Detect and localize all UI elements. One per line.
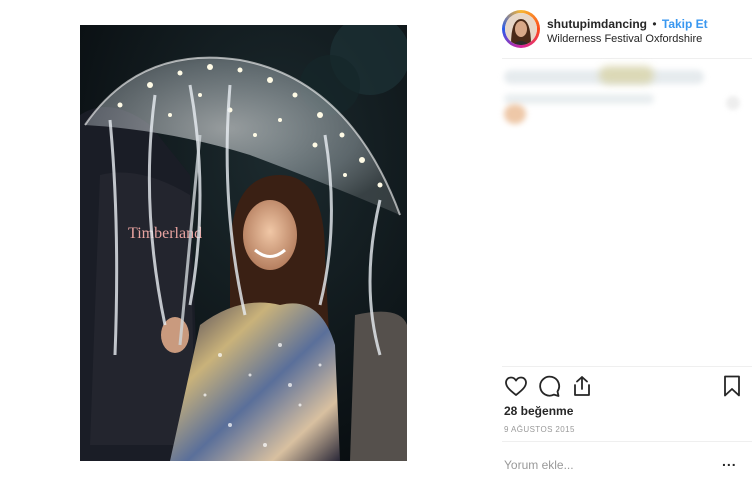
username-link[interactable]: shutupimdancing <box>547 17 647 31</box>
comment-icon[interactable] <box>537 374 563 400</box>
header-divider <box>502 58 752 59</box>
avatar[interactable] <box>502 10 540 48</box>
action-bar <box>504 374 744 402</box>
post-header: shutupimdancing • Takip Et Wilderness Fe… <box>502 10 752 52</box>
separator-dot: • <box>652 17 657 31</box>
blurred-caption <box>504 66 750 126</box>
follow-button[interactable]: Takip Et <box>662 17 708 31</box>
bookmark-icon[interactable] <box>720 374 746 400</box>
heart-icon[interactable] <box>504 374 530 400</box>
more-options-button[interactable]: ... <box>722 454 737 468</box>
actions-divider <box>502 366 752 367</box>
share-icon[interactable] <box>570 374 596 400</box>
photo-image: Timberland <box>80 25 407 461</box>
likes-count[interactable]: 28 beğenme <box>504 404 573 418</box>
comment-divider <box>502 441 752 442</box>
post-date: 9 AĞUSTOS 2015 <box>504 425 575 434</box>
avatar-image <box>505 13 537 45</box>
post-side-panel: shutupimdancing • Takip Et Wilderness Fe… <box>490 0 756 480</box>
user-line: shutupimdancing • Takip Et <box>547 17 708 31</box>
post-photo[interactable]: Timberland <box>80 25 407 461</box>
location-link[interactable]: Wilderness Festival Oxfordshire <box>547 33 702 45</box>
comment-input[interactable] <box>502 452 716 478</box>
